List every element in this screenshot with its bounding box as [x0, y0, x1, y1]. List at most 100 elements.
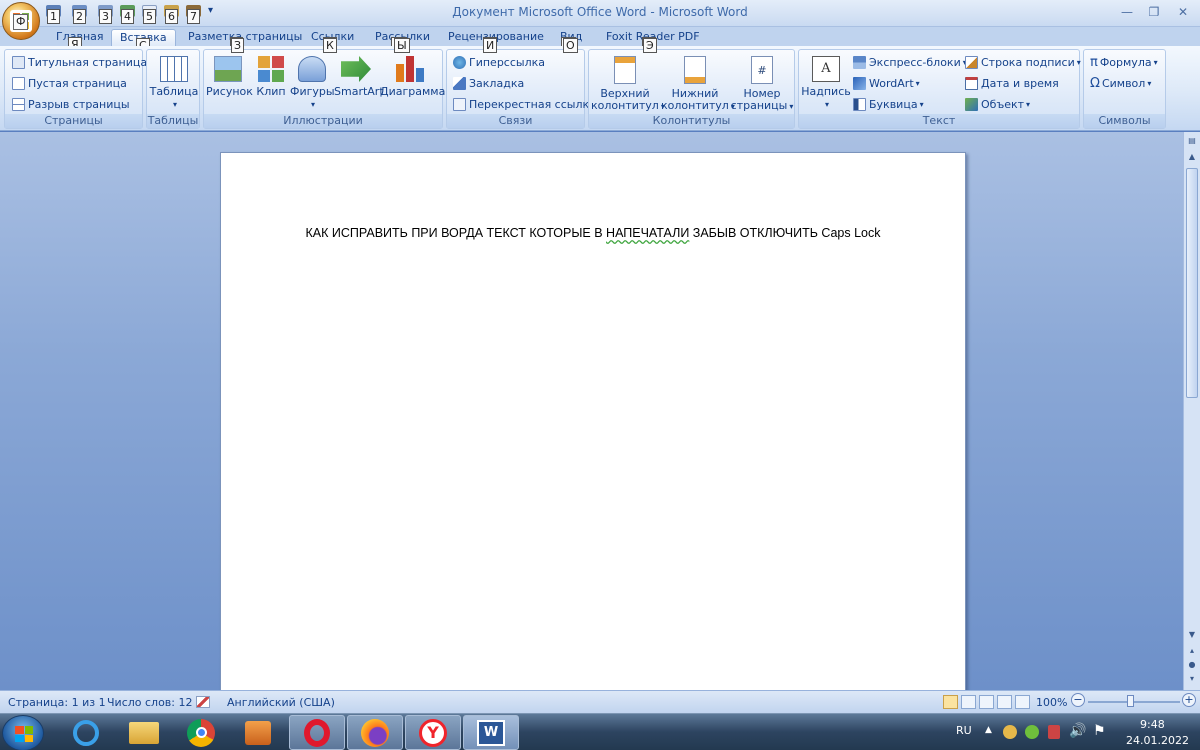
bookmark-button[interactable]: Закладка [453, 74, 524, 92]
document-page[interactable]: КАК ИСПРАВИТЬ ПРИ ВОРДА ТЕКСТ КОТОРЫЕ В … [220, 152, 966, 690]
group-label: Связи [447, 114, 584, 128]
zoom-out-button[interactable]: − [1071, 693, 1085, 707]
print-layout-view-button[interactable] [943, 695, 958, 709]
taskbar-firefox[interactable] [347, 715, 403, 750]
button-label: Формула [1099, 55, 1152, 69]
scroll-down-button[interactable]: ▼ [1185, 628, 1199, 642]
equation-button[interactable]: π Формула ▾ [1090, 53, 1158, 71]
tray-update-icon[interactable] [1025, 725, 1039, 739]
page-number-button[interactable]: # Номер страницы ▾ [729, 56, 795, 113]
picture-button[interactable]: Рисунок [206, 56, 253, 98]
clock-time[interactable]: 9:48 [1140, 718, 1165, 731]
document-text[interactable]: КАК ИСПРАВИТЬ ПРИ ВОРДА ТЕКСТ КОТОРЫЕ В … [221, 226, 965, 240]
button-label: Дата и время [981, 76, 1059, 90]
taskbar-explorer[interactable] [116, 715, 172, 750]
tab-home[interactable]: Главная Я [48, 29, 112, 52]
taskbar-chrome[interactable] [173, 715, 229, 750]
button-label: SmartArt [334, 85, 384, 98]
taskbar-internet-explorer[interactable] [58, 715, 114, 750]
full-screen-reading-view-button[interactable] [961, 695, 976, 709]
draft-view-button[interactable] [1015, 695, 1030, 709]
ruler-toggle-icon[interactable]: ▤ [1185, 134, 1199, 148]
shapes-button[interactable]: Фигуры ▾ [290, 56, 335, 111]
button-label: Надпись [801, 85, 851, 98]
folder-icon [129, 721, 159, 744]
footer-icon [684, 56, 706, 84]
date-time-button[interactable]: Дата и время [965, 74, 1059, 92]
drop-cap-icon [853, 97, 866, 111]
smartart-button[interactable]: SmartArt [334, 56, 384, 98]
volume-icon[interactable]: 🔊 [1069, 723, 1086, 739]
cross-reference-button[interactable]: Перекрестная ссылка [453, 95, 596, 113]
web-layout-view-button[interactable] [979, 695, 994, 709]
scroll-up-button[interactable]: ▲ [1185, 150, 1199, 164]
vertical-scrollbar[interactable]: ▤ ▲ ▼ ▴ ● ▾ [1183, 132, 1200, 690]
misspelled-word[interactable]: НАПЕЧАТАЛИ [606, 226, 689, 240]
taskbar-opera[interactable] [289, 715, 345, 750]
symbol-button[interactable]: Ω Символ ▾ [1090, 74, 1151, 92]
cross-reference-icon [453, 97, 466, 111]
text-run: КАК ИСПРАВИТЬ ПРИ ВОРДА ТЕКСТ КОТОРЫЕ В [305, 226, 607, 240]
text-box-button[interactable]: A Надпись ▾ [801, 56, 851, 111]
minimize-button[interactable]: — [1114, 2, 1140, 22]
zoom-in-button[interactable]: + [1182, 693, 1196, 707]
proofing-icon[interactable] [196, 696, 210, 708]
quick-parts-icon [853, 55, 866, 69]
clock-date[interactable]: 24.01.2022 [1126, 734, 1189, 747]
taskbar-word[interactable]: W [463, 715, 519, 750]
quick-parts-button[interactable]: Экспресс-блоки▾ [853, 53, 967, 71]
zoom-level[interactable]: 100% [1036, 696, 1067, 709]
ribbon-tabs: Главная Я Вставка С Разметка страницы З … [0, 27, 1200, 53]
browse-object-button[interactable]: ● [1185, 658, 1199, 672]
table-button[interactable]: Таблица ▾ [149, 56, 199, 111]
signature-line-button[interactable]: Строка подписи ▾ [965, 53, 1081, 71]
group-label: Таблицы [147, 114, 199, 128]
chart-button[interactable]: Диаграмма [380, 56, 445, 98]
tab-insert[interactable]: Вставка С [111, 29, 176, 53]
action-center-flag-icon[interactable]: ⚑ [1093, 723, 1106, 739]
group-links: Гиперссылка Закладка Перекрестная ссылка… [446, 49, 596, 129]
next-page-button[interactable]: ▾ [1185, 672, 1199, 686]
header-icon [614, 56, 636, 84]
page-break-button[interactable]: Разрыв страницы [12, 95, 130, 113]
page-count[interactable]: Страница: 1 из 1 [8, 696, 106, 709]
wordart-button[interactable]: WordArt ▾ [853, 74, 920, 92]
scroll-thumb[interactable] [1186, 168, 1198, 398]
language-bar[interactable]: RU [956, 724, 972, 737]
blank-page-button[interactable]: Пустая страница [12, 74, 127, 92]
tray-app-icon[interactable] [1003, 725, 1017, 739]
footer-button[interactable]: Нижний колонтитул ▾ [661, 56, 735, 113]
cover-page-icon [12, 55, 25, 69]
group-tables: Таблица ▾ Таблицы [146, 49, 200, 129]
previous-page-button[interactable]: ▴ [1185, 644, 1199, 658]
drop-cap-button[interactable]: Буквица ▾ [853, 95, 924, 113]
office-button[interactable]: Ф [2, 2, 40, 40]
firefox-icon [361, 718, 389, 747]
language-indicator[interactable]: Английский (США) [227, 696, 335, 709]
close-button[interactable]: ✕ [1170, 2, 1196, 22]
taskbar-yandex-browser[interactable]: Y [405, 715, 461, 750]
group-label: Страницы [5, 114, 142, 128]
ribbon: Титульная страница▾ Пустая страница Разр… [0, 38, 1200, 131]
tray-security-icon[interactable] [1048, 725, 1060, 739]
cover-page-button[interactable]: Титульная страница▾ [12, 53, 153, 71]
tab-page-layout[interactable]: Разметка страницы З [180, 29, 310, 52]
button-label: страницы [730, 99, 788, 112]
start-button[interactable] [2, 715, 44, 750]
omega-icon: Ω [1090, 75, 1100, 91]
word-count[interactable]: Число слов: 12 [107, 696, 193, 709]
text-box-icon: A [812, 56, 840, 82]
maximize-button[interactable]: ❐ [1141, 2, 1167, 22]
taskbar-media-player[interactable] [230, 715, 286, 750]
show-hidden-icons-button[interactable]: ▲ [985, 725, 992, 735]
zoom-slider-thumb[interactable] [1127, 695, 1134, 707]
outline-view-button[interactable] [997, 695, 1012, 709]
document-area[interactable]: КАК ИСПРАВИТЬ ПРИ ВОРДА ТЕКСТ КОТОРЫЕ В … [0, 132, 1183, 690]
zoom-slider-track[interactable] [1088, 701, 1180, 703]
clip-art-button[interactable]: Клип [254, 56, 288, 98]
object-button[interactable]: Объект ▾ [965, 95, 1030, 113]
hyperlink-button[interactable]: Гиперссылка [453, 53, 545, 71]
group-pages: Титульная страница▾ Пустая страница Разр… [4, 49, 153, 129]
button-label: Закладка [469, 76, 525, 90]
header-button[interactable]: Верхний колонтитул ▾ [591, 56, 665, 113]
